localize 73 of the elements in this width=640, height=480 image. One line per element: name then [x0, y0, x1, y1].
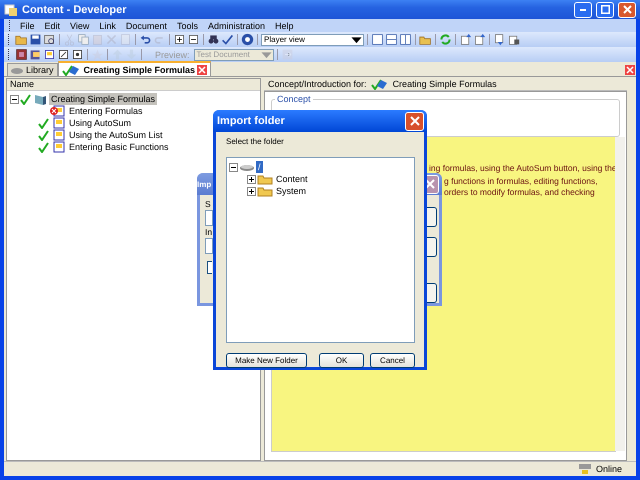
- close-pane-icon[interactable]: [625, 65, 635, 75]
- header-title: Creating Simple Formulas: [392, 79, 497, 89]
- tree-item[interactable]: Using the AutoSum List: [67, 129, 165, 141]
- column-header: Name: [7, 79, 260, 91]
- tree-item[interactable]: /: [256, 161, 263, 173]
- dialog-title: Imp: [197, 180, 212, 188]
- upload-icon[interactable]: [473, 33, 486, 46]
- checked-book-icon: [62, 64, 82, 76]
- tree-item[interactable]: Content: [274, 173, 310, 185]
- maximize-button[interactable]: [596, 2, 614, 18]
- menu-item[interactable]: Link: [94, 20, 121, 30]
- header-label: Concept/Introduction for:: [268, 79, 367, 89]
- status-text: Online: [596, 464, 622, 474]
- vertical-split-icon[interactable]: [399, 33, 412, 46]
- undo-icon[interactable]: [139, 33, 152, 46]
- scrollbar[interactable]: [615, 137, 625, 451]
- horizontal-split-icon[interactable]: [385, 33, 398, 46]
- dialog-button[interactable]: Make New Folder: [226, 353, 307, 368]
- expand-toggle[interactable]: [247, 174, 256, 184]
- text-line: g functions in formulas, editing functions,: [444, 176, 598, 186]
- maximize-icon: [600, 5, 610, 14]
- tab[interactable]: Library: [7, 63, 58, 76]
- text-line: orders to modify formulas, and checking: [444, 187, 595, 197]
- app-icon: [4, 2, 18, 16]
- single-pane-icon[interactable]: [371, 33, 384, 46]
- tree-item[interactable]: System: [274, 185, 308, 197]
- view-dropdown[interactable]: Player view: [261, 34, 364, 46]
- close-icon: [622, 5, 632, 14]
- menu-item[interactable]: File: [15, 20, 40, 30]
- field-label: In: [205, 227, 212, 237]
- dialog-title: Import folder: [217, 115, 285, 127]
- folder-icon: [257, 173, 273, 185]
- close-button[interactable]: [618, 2, 636, 18]
- close-tab-icon[interactable]: [197, 64, 208, 74]
- print-preview-icon[interactable]: [43, 33, 56, 46]
- group-label: Concept: [275, 94, 313, 104]
- tree-item[interactable]: Entering Formulas: [67, 105, 145, 117]
- collapse-toggle[interactable]: [229, 162, 238, 172]
- dialog-button[interactable]: Cancel: [370, 353, 415, 368]
- menu-item[interactable]: Tools: [172, 20, 203, 30]
- drive-icon: [11, 65, 24, 75]
- menu-item[interactable]: Edit: [40, 20, 66, 30]
- expand-toggle[interactable]: [247, 186, 256, 196]
- menu-item[interactable]: Administration: [202, 20, 270, 30]
- preview-label: Preview:: [155, 50, 190, 60]
- menu-item[interactable]: Help: [270, 20, 298, 30]
- minimize-button[interactable]: [574, 2, 592, 18]
- binoculars-icon[interactable]: [207, 33, 220, 46]
- tab[interactable]: Creating Simple Formulas: [58, 61, 212, 76]
- dialog-button[interactable]: OK: [319, 353, 364, 368]
- menu-item[interactable]: Document: [120, 20, 172, 30]
- prompt-text: Select the folder: [226, 137, 284, 146]
- download-icon[interactable]: [493, 33, 506, 46]
- checked-book-icon: [370, 78, 389, 90]
- close-icon: [410, 116, 420, 126]
- close-icon: [424, 179, 434, 189]
- star-icon[interactable]: [91, 48, 104, 61]
- tree-item[interactable]: Creating Simple Formulas: [49, 93, 158, 105]
- edit-icon[interactable]: [57, 48, 70, 61]
- field-label: S: [205, 199, 211, 209]
- tree-item[interactable]: Entering Basic Functions: [67, 141, 171, 153]
- save-icon[interactable]: [29, 33, 42, 46]
- plus-box-icon[interactable]: [173, 33, 186, 46]
- folder-icon: [257, 185, 273, 197]
- upload-icon[interactable]: [459, 33, 472, 46]
- window-title: Content - Developer: [22, 4, 128, 16]
- minus-box-icon[interactable]: [187, 33, 200, 46]
- close-button[interactable]: [405, 112, 424, 130]
- tree-item[interactable]: Using AutoSum: [67, 117, 134, 129]
- collapse-toggle[interactable]: [10, 94, 19, 104]
- menu-item[interactable]: View: [65, 20, 94, 30]
- minimize-icon: [580, 8, 586, 10]
- network-icon: [576, 463, 593, 475]
